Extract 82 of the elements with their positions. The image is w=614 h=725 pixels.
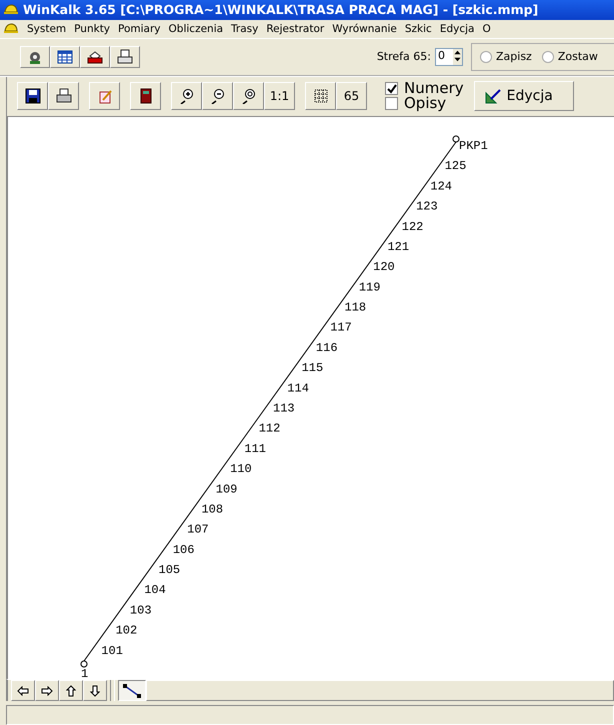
point-label: 117: [330, 320, 352, 334]
point-label: 101: [101, 644, 123, 658]
printer-icon: [54, 88, 72, 104]
point-marker: [80, 660, 88, 668]
point-label: 120: [373, 260, 395, 274]
zone-spinner[interactable]: 0: [435, 48, 463, 66]
point-label: 115: [302, 360, 324, 375]
point-marker: [452, 135, 460, 142]
printer-button[interactable]: [80, 46, 110, 68]
line-icon: [122, 682, 142, 699]
printer-button[interactable]: [110, 46, 140, 68]
table-button[interactable]: [50, 46, 80, 68]
zone-button[interactable]: 65: [336, 82, 367, 110]
zoom-in-icon: [178, 88, 196, 104]
point-label: 103: [130, 603, 152, 618]
point-label: 124: [430, 179, 452, 194]
printer-icon: [116, 48, 134, 65]
printer-button[interactable]: [48, 82, 79, 110]
checkbox-label: Numery: [404, 81, 464, 96]
arrow-down-icon: [90, 684, 100, 697]
exit-door-button[interactable]: [130, 82, 161, 110]
point-label: 116: [316, 340, 338, 355]
line-tool-button[interactable]: [118, 680, 146, 702]
radio-option[interactable]: Zostaw: [542, 50, 598, 64]
point-label: 123: [416, 199, 438, 214]
point-label: 105: [158, 562, 180, 577]
point-label: 111: [244, 442, 266, 456]
set-square-pencil-icon: [484, 88, 503, 104]
point-label: 118: [344, 300, 366, 314]
point-label: 106: [172, 542, 194, 557]
zoom-out-icon: [208, 88, 226, 104]
point-label: 125: [444, 158, 466, 173]
menu-item[interactable]: O: [478, 22, 495, 35]
menu-item[interactable]: Edycja: [436, 22, 478, 35]
arrow-up-button[interactable]: [59, 680, 83, 702]
document-edit-button[interactable]: [89, 82, 120, 110]
point-label: 109: [216, 482, 238, 496]
point-label: 122: [402, 220, 424, 234]
window-title: WinKalk 3.65 [C:\PROGRA~1\WINKALK\TRASA PRACA MAG] - [szkic.mmp]: [23, 2, 538, 18]
menu-item[interactable]: Rejestrator: [262, 22, 328, 35]
zoom-button[interactable]: [233, 82, 264, 110]
point-label: 102: [116, 623, 138, 638]
save-button[interactable]: [17, 82, 48, 110]
point-label: 121: [387, 240, 410, 254]
point-label: 112: [258, 421, 280, 436]
checkbox[interactable]: [385, 97, 398, 110]
printer-icon: [86, 48, 104, 65]
menu-item[interactable]: Wyrównanie: [328, 22, 401, 35]
edit-button[interactable]: Edycja: [474, 81, 574, 112]
arrow-down-button[interactable]: [83, 680, 107, 702]
arrow-left-button[interactable]: [11, 680, 35, 702]
arrow-right-button[interactable]: [35, 680, 59, 702]
point-label: 114: [287, 381, 309, 396]
point-label: 104: [144, 582, 166, 597]
menu-item[interactable]: Obliczenia: [164, 22, 228, 35]
survey-tool-button[interactable]: [20, 46, 50, 68]
zone-label: Strefa 65:: [376, 50, 431, 64]
arrow-right-icon: [41, 686, 53, 696]
checkbox-label: Opisy: [404, 96, 446, 112]
radio-option[interactable]: Zapisz: [480, 50, 532, 64]
grid-icon: [312, 88, 330, 104]
point-label: 107: [187, 522, 209, 536]
point-label: 108: [201, 502, 224, 516]
scale-button[interactable]: 1:1: [264, 82, 295, 110]
menu-item[interactable]: Trasy: [227, 22, 262, 35]
point-label: 110: [230, 462, 252, 476]
point-label: PKP1: [459, 138, 488, 153]
point-label: 119: [358, 280, 380, 294]
grid-button[interactable]: [305, 82, 336, 110]
checkbox[interactable]: [385, 82, 398, 96]
menu-item[interactable]: Punkty: [70, 22, 114, 35]
menu-item[interactable]: Szkic: [400, 22, 436, 35]
point-label: 113: [273, 401, 295, 416]
zoom-out-button[interactable]: [202, 82, 233, 110]
arrow-up-icon: [66, 684, 76, 697]
menu-item[interactable]: System: [23, 22, 70, 35]
zoom-in-button[interactable]: [171, 82, 202, 110]
table-icon: [56, 48, 74, 65]
menu-item[interactable]: Pomiary: [114, 22, 165, 35]
magnifier-icon: [240, 88, 258, 104]
point-label: 1: [81, 666, 88, 679]
arrow-left-icon: [17, 686, 29, 696]
